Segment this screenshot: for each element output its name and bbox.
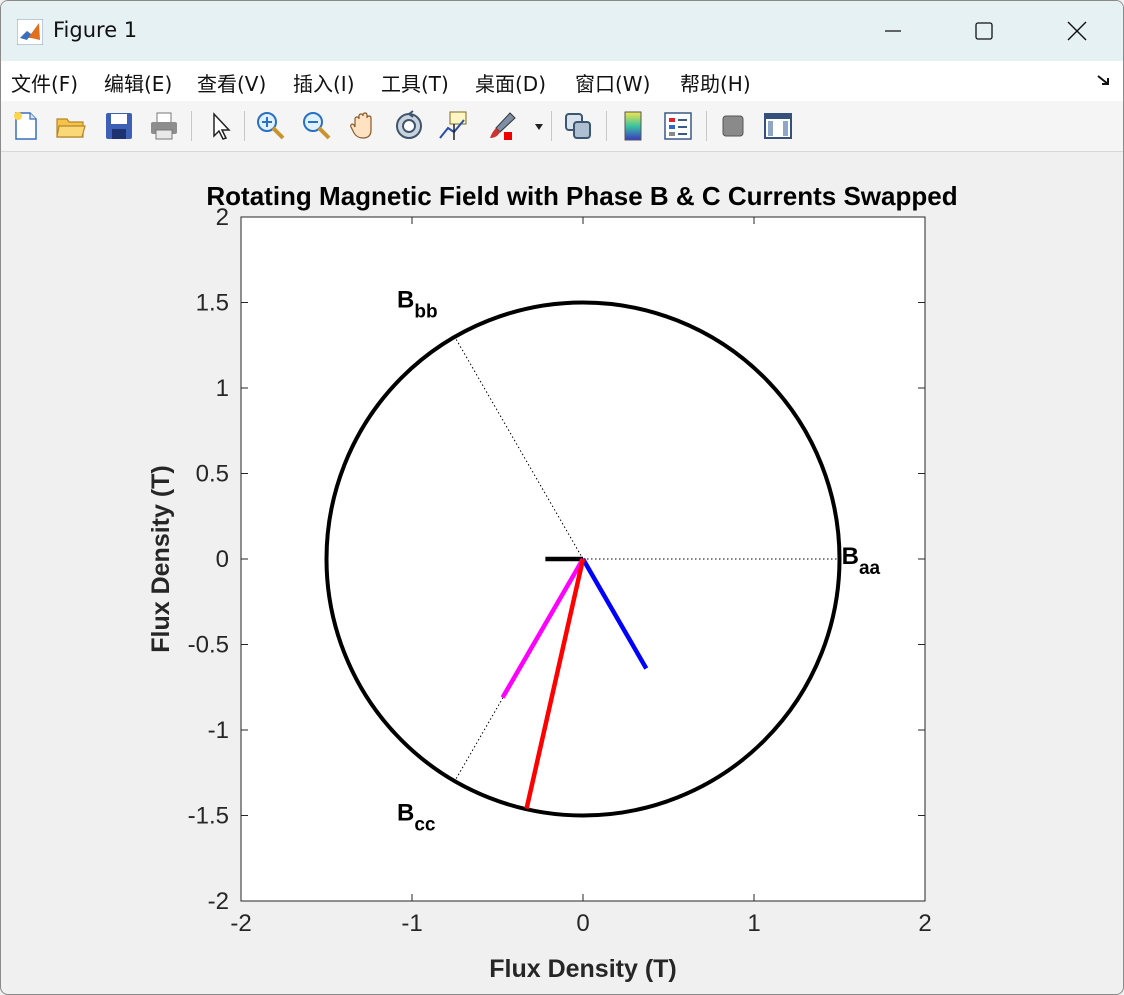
y-tick-label: -0.5: [188, 632, 229, 659]
y-tick-label: 0.5: [196, 461, 229, 488]
y-tick-label: 1.5: [196, 290, 229, 317]
zoom-out-icon[interactable]: [301, 110, 333, 142]
minimize-button[interactable]: [847, 1, 939, 61]
chart-title: Rotating Magnetic Field with Phase B & C…: [206, 181, 957, 211]
brush-dropdown-arrow-icon[interactable]: [534, 123, 544, 131]
matlab-logo-icon: [17, 19, 43, 45]
show-plot-tools-icon[interactable]: [762, 110, 794, 142]
rotate-3d-icon[interactable]: [393, 110, 425, 142]
x-axis-label: Flux Density (T): [489, 955, 677, 983]
chart-canvas[interactable]: Rotating Magnetic Field with Phase B & C…: [1, 152, 1123, 994]
dock-arrow-icon[interactable]: [1095, 71, 1113, 89]
figure-window: Figure 1 文件(F) 编辑(E) 查看(V) 插入(I) 工具(T) 桌…: [0, 0, 1124, 995]
window-title: Figure 1: [53, 18, 138, 42]
y-tick-label: 2: [216, 204, 229, 231]
colorbar-icon[interactable]: [617, 110, 649, 142]
new-figure-icon[interactable]: [10, 110, 42, 142]
hide-plot-tools-icon[interactable]: [717, 110, 749, 142]
y-tick-label: 1: [216, 375, 229, 402]
x-tick-label: -2: [230, 910, 251, 937]
open-file-icon[interactable]: [55, 110, 87, 142]
maximize-button[interactable]: [938, 1, 1030, 61]
x-tick-label: 0: [576, 910, 589, 937]
y-tick-label: -1.5: [188, 803, 229, 830]
select-arrow-icon[interactable]: [204, 110, 236, 142]
plot-area: Rotating Magnetic Field with Phase B & C…: [1, 152, 1123, 994]
menu-insert[interactable]: 插入(I): [293, 68, 355, 97]
menu-window[interactable]: 窗口(W): [575, 68, 650, 97]
save-icon[interactable]: [103, 110, 135, 142]
menu-file[interactable]: 文件(F): [11, 68, 78, 97]
title-bar: Figure 1: [1, 1, 1123, 61]
x-tick-label: 2: [918, 910, 931, 937]
print-icon[interactable]: [148, 110, 180, 142]
close-button[interactable]: [1031, 1, 1123, 61]
close-icon: [1067, 21, 1087, 41]
y-tick-label: -1: [208, 717, 229, 744]
y-tick-label: -2: [208, 888, 229, 915]
x-tick-label: -1: [401, 910, 422, 937]
pan-hand-icon[interactable]: [347, 110, 379, 142]
figure-toolbar: [1, 101, 1123, 152]
menu-help[interactable]: 帮助(H): [680, 68, 751, 97]
x-tick-label: 1: [747, 910, 760, 937]
menu-edit[interactable]: 编辑(E): [104, 68, 172, 97]
legend-icon[interactable]: [662, 110, 694, 142]
minimize-icon: [885, 30, 901, 32]
data-cursor-icon[interactable]: [438, 110, 470, 142]
menu-view[interactable]: 查看(V): [197, 68, 266, 97]
y-axis-label: Flux Density (T): [147, 465, 175, 653]
menu-tools[interactable]: 工具(T): [381, 68, 449, 97]
brush-icon[interactable]: [486, 110, 518, 142]
menu-desktop[interactable]: 桌面(D): [475, 68, 546, 97]
y-tick-label: 0: [216, 546, 229, 573]
maximize-icon: [975, 22, 993, 40]
zoom-in-icon[interactable]: [255, 110, 287, 142]
menu-bar: 文件(F) 编辑(E) 查看(V) 插入(I) 工具(T) 桌面(D) 窗口(W…: [1, 61, 1123, 101]
link-plot-icon[interactable]: [562, 110, 594, 142]
